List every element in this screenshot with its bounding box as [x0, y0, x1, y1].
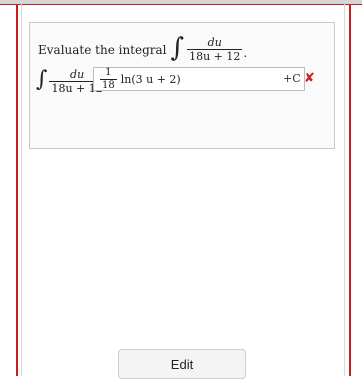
frame-left-border [21, 4, 22, 376]
answer-input[interactable]: 1 18 ln(3 u + 2) [93, 67, 305, 91]
lhs-numerator: du [70, 68, 85, 81]
integrand-numerator: du [207, 36, 222, 49]
edit-button[interactable]: Edit [118, 349, 246, 379]
question-card: Evaluate the integral ∫ du 18u + 12 . ∫ … [29, 22, 335, 149]
answer-coef-numerator: 1 [105, 66, 112, 78]
frame-right-border [344, 4, 345, 376]
answer-coefficient: 1 18 [100, 67, 117, 92]
frame-left-accent [16, 4, 18, 376]
integral-sign: ∫ [170, 32, 185, 63]
answer-expression: ln(3 u + 2) [120, 72, 181, 86]
frame-right-accent [349, 4, 351, 376]
constant-label: +C [283, 72, 301, 85]
lhs-integral-sign: ∫ [36, 66, 48, 92]
prompt-text: Evaluate the integral [38, 42, 167, 57]
integrand-fraction: du 18u + 12 [187, 36, 243, 64]
integrand-denominator: 18u + 12 [189, 50, 241, 64]
question-prompt: Evaluate the integral ∫ du 18u + 12 . [38, 32, 248, 64]
x-mark-icon: ✘ [304, 71, 315, 86]
frame-top-accent [0, 4, 362, 5]
prompt-period: . [243, 45, 248, 60]
answer-coef-denominator: 18 [102, 79, 115, 91]
